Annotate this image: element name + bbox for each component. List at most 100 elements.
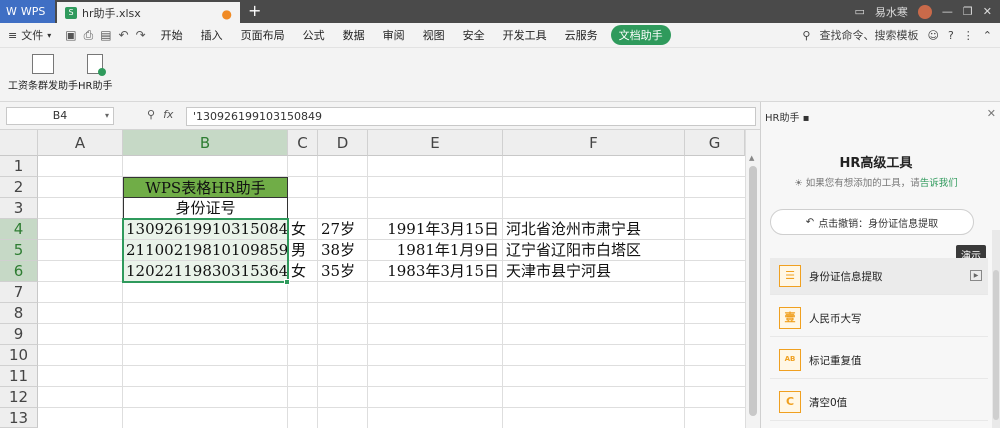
- lightbulb-icon: ☀: [794, 178, 803, 189]
- menu-tab-8[interactable]: 安全: [454, 27, 494, 43]
- name-box[interactable]: B4 ▾: [6, 107, 114, 125]
- id-cell[interactable]: 130926199103150849: [123, 219, 288, 240]
- column-header-b[interactable]: B: [123, 130, 288, 156]
- row-header-12[interactable]: 12: [0, 387, 38, 408]
- more-icon[interactable]: ⋮: [963, 29, 974, 42]
- menu-tab-1[interactable]: 开始: [152, 27, 192, 43]
- scrollbar-thumb[interactable]: [749, 166, 757, 416]
- row-header-8[interactable]: 8: [0, 303, 38, 324]
- chat-icon[interactable]: ▪: [803, 113, 810, 124]
- age-cell[interactable]: 38岁: [318, 240, 368, 261]
- menu-tab-2[interactable]: 插入: [192, 27, 232, 43]
- column-header-c[interactable]: C: [288, 130, 318, 156]
- panel-scrollbar[interactable]: [992, 230, 1000, 428]
- new-tab-button[interactable]: +: [248, 2, 261, 20]
- region-cell[interactable]: 河北省沧州市肃宁县: [503, 219, 685, 240]
- close-icon[interactable]: ✕: [983, 5, 992, 18]
- fx-icon[interactable]: fx: [163, 108, 173, 121]
- feedback-link[interactable]: 告诉我们: [920, 178, 958, 189]
- demo-play-icon[interactable]: ▶: [970, 270, 982, 281]
- undo-extraction-button[interactable]: ↶ 点击撤销：身份证信息提取: [770, 209, 974, 235]
- row-header-13[interactable]: 13: [0, 408, 38, 428]
- menu-tab-active[interactable]: 文档助手: [610, 25, 671, 45]
- birthday-cell[interactable]: 1983年3月15日: [368, 261, 503, 282]
- id-cell[interactable]: 211002198101098596: [123, 240, 288, 261]
- column-header-a[interactable]: A: [38, 130, 123, 156]
- menu-tab-9[interactable]: 开发工具: [494, 27, 556, 43]
- row-header-3[interactable]: 3: [0, 198, 38, 219]
- row-header-11[interactable]: 11: [0, 366, 38, 387]
- scroll-up-icon[interactable]: ▲: [749, 154, 754, 162]
- column-header-e[interactable]: E: [368, 130, 503, 156]
- payslip-icon: [32, 54, 54, 74]
- birthday-cell[interactable]: 1981年1月9日: [368, 240, 503, 261]
- row-header-6[interactable]: 6: [0, 261, 38, 282]
- title-cell[interactable]: WPS表格HR助手: [123, 177, 288, 198]
- payslip-assistant-button[interactable]: 工资条群发助手: [8, 54, 78, 92]
- payslip-assistant-label: 工资条群发助手: [8, 81, 78, 92]
- menu-tab-10[interactable]: 云服务: [556, 27, 607, 43]
- gender-cell[interactable]: 男: [288, 240, 318, 261]
- panel-close-icon[interactable]: ✕: [987, 107, 996, 120]
- column-header-f[interactable]: F: [503, 130, 685, 156]
- formula-input[interactable]: '130926199103150849: [186, 107, 756, 126]
- hr-assistant-icon: [87, 54, 107, 76]
- id-header-cell[interactable]: 身份证号: [123, 198, 288, 219]
- file-menu[interactable]: ≡ 文件 ▾: [0, 27, 59, 43]
- document-tab[interactable]: S hr助手.xlsx ●: [57, 2, 240, 23]
- spreadsheet-grid: A B C D E F G 1 2 3 4 5 6 7 8 9 10 11 12…: [0, 130, 745, 428]
- maximize-icon[interactable]: ❐: [963, 5, 973, 18]
- row-header-9[interactable]: 9: [0, 324, 38, 345]
- tool-label: 人民币大写: [809, 312, 862, 325]
- fill-handle[interactable]: [284, 279, 290, 285]
- hr-assistant-button[interactable]: HR助手: [78, 54, 112, 92]
- user-icon[interactable]: ☺: [927, 29, 938, 42]
- tool-mark-duplicates[interactable]: AB 标记重复值: [770, 342, 988, 379]
- vertical-scrollbar[interactable]: ▲: [745, 130, 760, 428]
- region-cell[interactable]: 天津市县宁河县: [503, 261, 685, 282]
- tool-rmb-uppercase[interactable]: 壹 人民币大写: [770, 300, 988, 337]
- search-icon[interactable]: ⚲: [802, 29, 810, 42]
- row-header-10[interactable]: 10: [0, 345, 38, 366]
- gender-cell[interactable]: 女: [288, 261, 318, 282]
- wps-home-tab[interactable]: W WPS: [0, 0, 55, 23]
- user-name[interactable]: 易水寒: [875, 4, 908, 20]
- column-header-g[interactable]: G: [685, 130, 745, 156]
- avatar[interactable]: [917, 4, 932, 19]
- redo-icon[interactable]: ↷: [136, 28, 146, 43]
- row-header-4[interactable]: 4: [0, 219, 38, 240]
- print-preview-icon[interactable]: ▤: [100, 28, 111, 43]
- undo-icon[interactable]: ↶: [119, 28, 129, 43]
- menu-tab-7[interactable]: 视图: [414, 27, 454, 43]
- menu-tab-4[interactable]: 公式: [294, 27, 334, 43]
- menu-tab-5[interactable]: 数据: [334, 27, 374, 43]
- birthday-cell[interactable]: 1991年3月15日: [368, 219, 503, 240]
- row-header-1[interactable]: 1: [0, 156, 38, 177]
- id-cell[interactable]: 120221198303153642: [123, 261, 288, 282]
- select-all-corner[interactable]: [0, 130, 38, 156]
- command-search[interactable]: 查找命令、搜索模板: [819, 27, 918, 43]
- minimize-icon[interactable]: —: [942, 5, 953, 18]
- column-header-d[interactable]: D: [318, 130, 368, 156]
- region-cell[interactable]: 辽宁省辽阳市白塔区: [503, 240, 685, 261]
- formula-bar: B4 ▾ ⚲ fx '130926199103150849: [0, 102, 760, 130]
- panel-scrollbar-thumb[interactable]: [993, 270, 999, 420]
- age-cell[interactable]: 27岁: [318, 219, 368, 240]
- menu-tab-3[interactable]: 页面布局: [232, 27, 294, 43]
- tool-id-extraction[interactable]: ☰ 身份证信息提取 ▶: [770, 258, 988, 295]
- help-icon[interactable]: ?: [948, 29, 954, 42]
- row-header-2[interactable]: 2: [0, 177, 38, 198]
- gender-cell[interactable]: 女: [288, 219, 318, 240]
- id-card-icon: ☰: [779, 265, 801, 287]
- layout-icon[interactable]: ▭: [855, 5, 865, 18]
- row-header-5[interactable]: 5: [0, 240, 38, 261]
- age-cell[interactable]: 35岁: [318, 261, 368, 282]
- print-icon[interactable]: ⎙: [84, 28, 94, 43]
- zoom-formula-icon[interactable]: ⚲: [147, 108, 155, 121]
- row-header-7[interactable]: 7: [0, 282, 38, 303]
- collapse-ribbon-icon[interactable]: ⌃: [983, 29, 992, 42]
- tool-clear-zero[interactable]: C 清空0值: [770, 384, 988, 421]
- menu-tab-6[interactable]: 审阅: [374, 27, 414, 43]
- save-icon[interactable]: ▣: [65, 28, 76, 43]
- undo-extraction-label: 点击撤销：身份证信息提取: [818, 218, 939, 230]
